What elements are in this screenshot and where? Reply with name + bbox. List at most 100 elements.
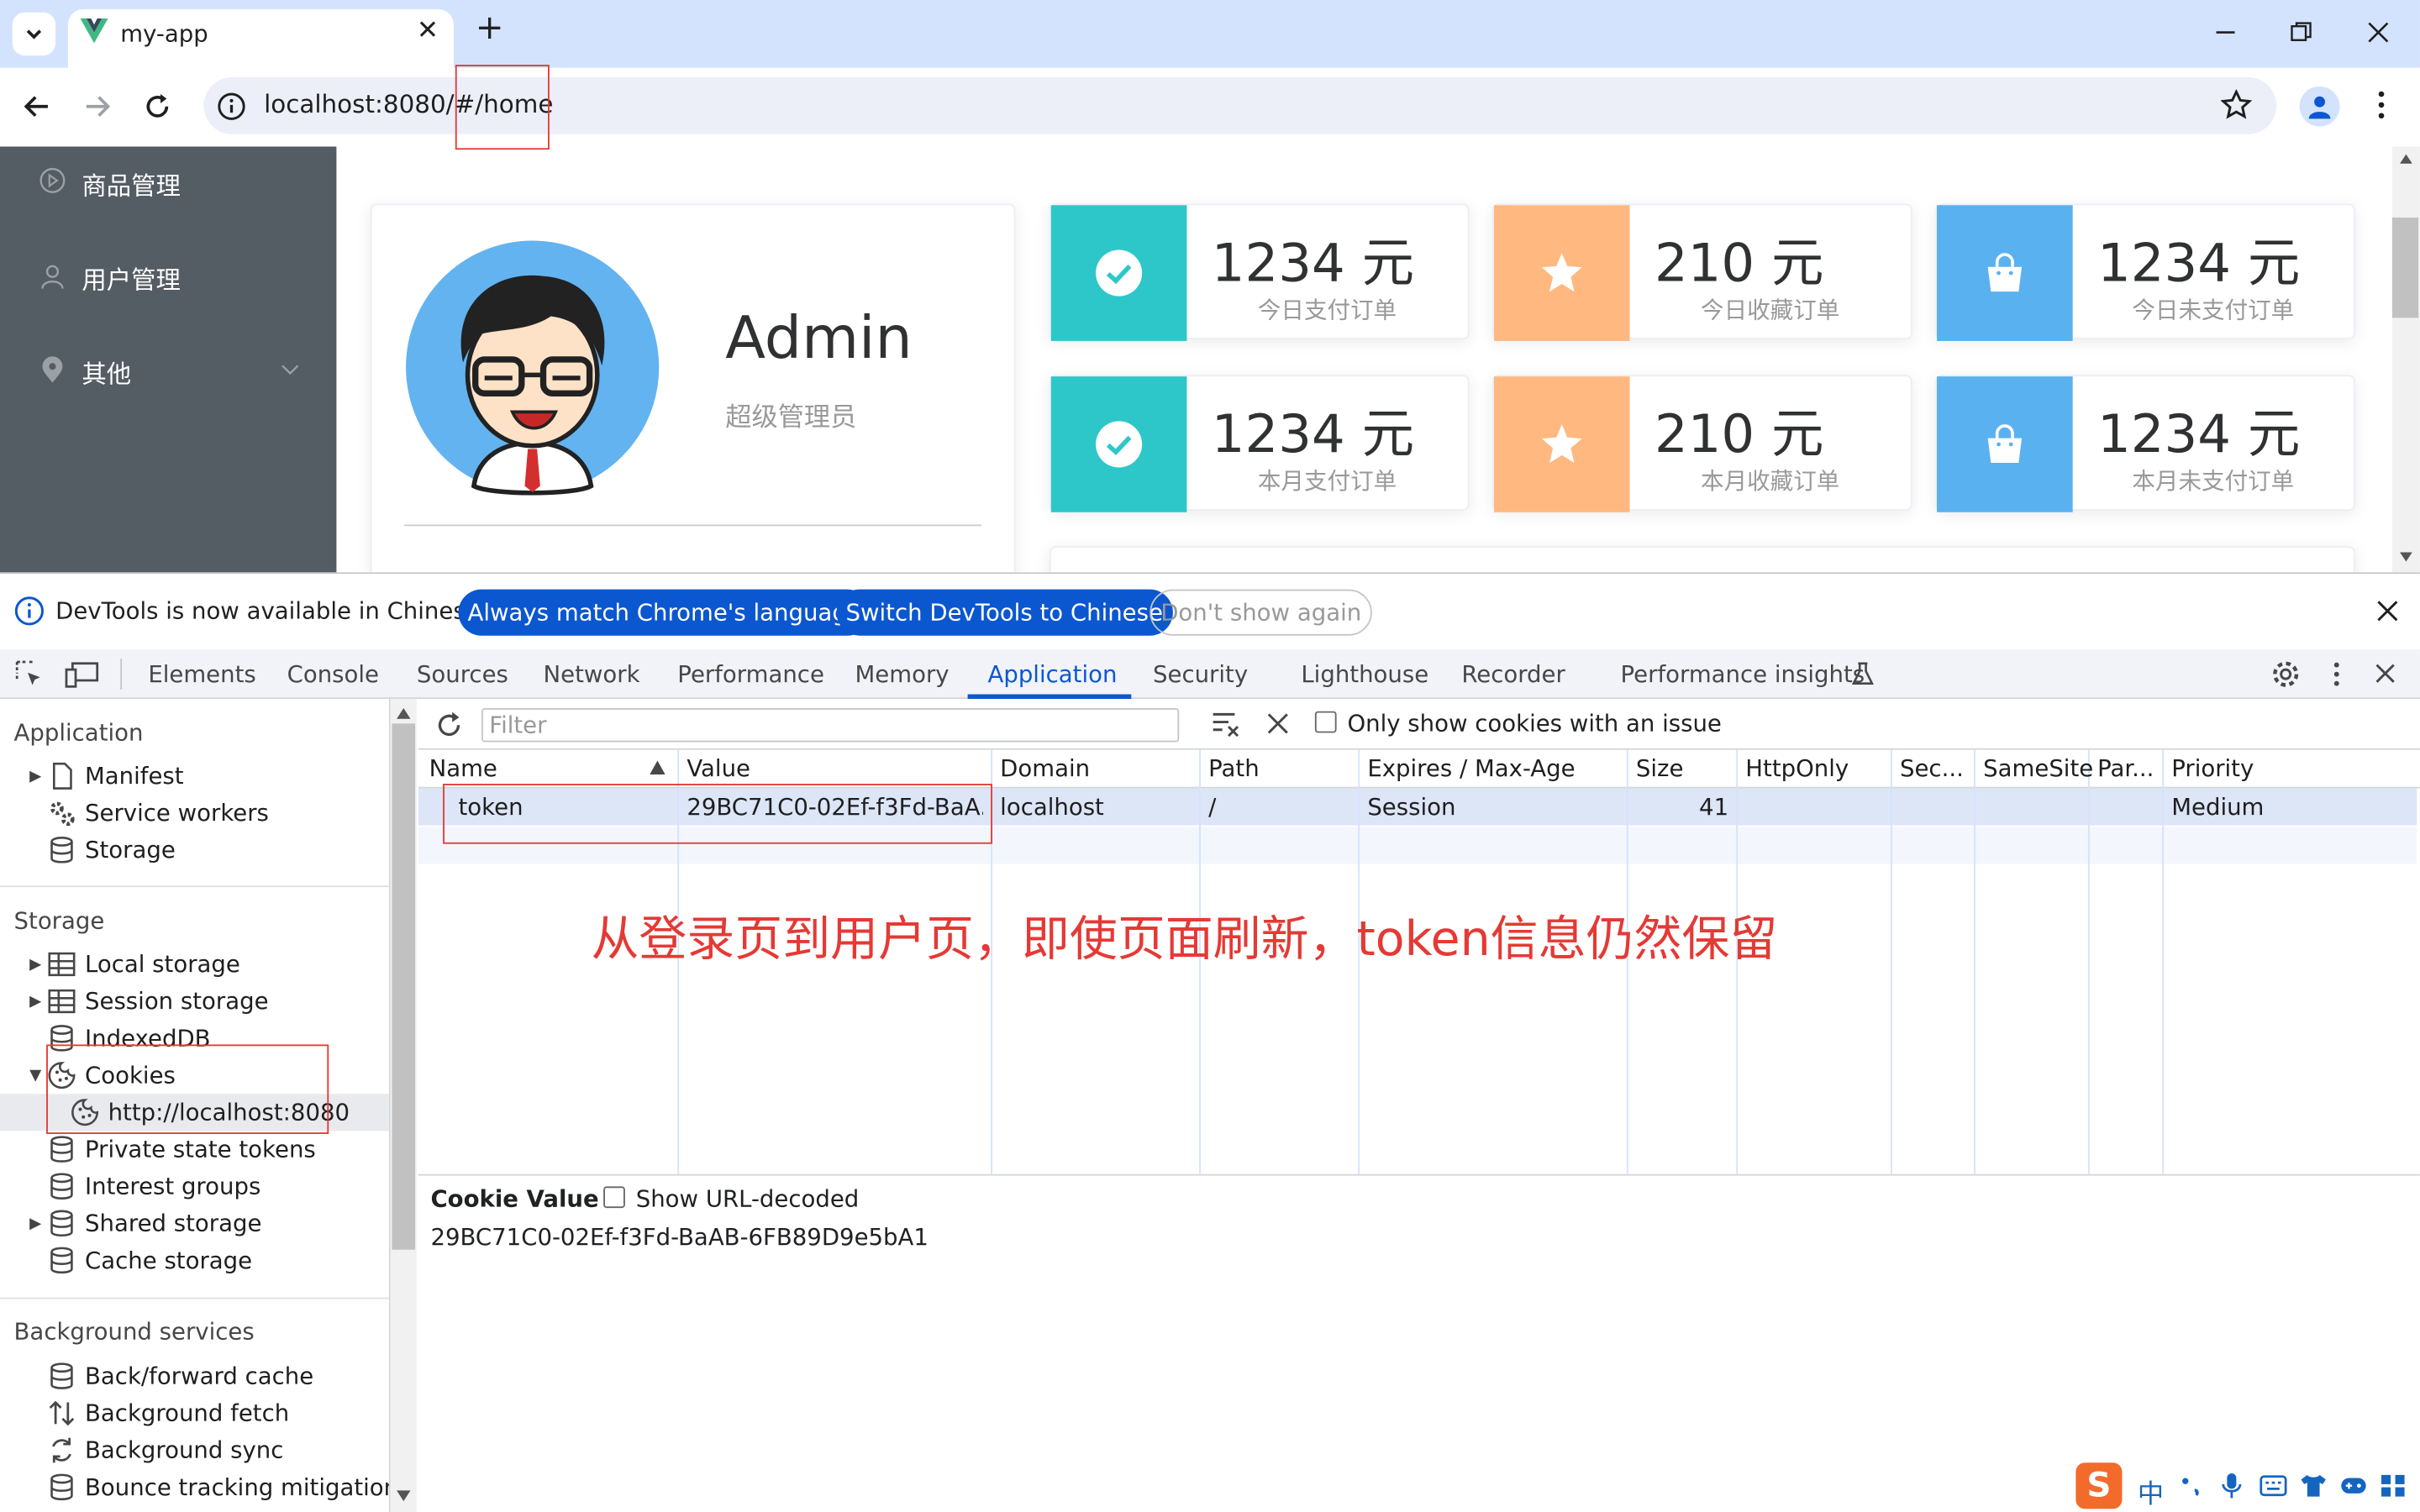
filter-input[interactable]: Filter [481,708,1180,743]
sogou-logo-icon[interactable]: S [2075,1462,2123,1509]
sidebar-item-storage[interactable]: Storage [24,832,176,869]
cell-size[interactable]: 41 [1636,789,1728,826]
column-header-partition[interactable]: Par... [2097,750,2154,787]
more-options-icon[interactable] [2328,660,2346,688]
tab-recorder[interactable]: Recorder [1461,649,1565,699]
sidebar-scrollbar-thumb[interactable] [392,723,416,1250]
microphone-icon[interactable] [2221,1472,2243,1499]
close-window-icon[interactable] [2367,22,2389,44]
settings-gear-icon[interactable] [2270,659,2302,690]
cell-priority[interactable]: Medium [2171,789,2264,826]
cookie-value-text[interactable]: 29BC71C0-02Ef-f3Fd-BaAB-6FB89D9e5bA1 [430,1224,929,1252]
bookmark-star-icon[interactable] [2221,89,2252,121]
sidebar-item-other[interactable]: 其他 [0,328,336,421]
dont-show-again-button[interactable]: Don't show again [1150,589,1373,636]
column-header-samesite[interactable]: SameSite [1983,750,2093,787]
column-header-path[interactable]: Path [1208,750,1260,787]
close-infobar-icon[interactable] [2377,600,2399,622]
column-header-secure[interactable]: Sec... [1900,750,1964,787]
sidebar-item-bounce-tracking[interactable]: Bounce tracking mitigations [24,1469,389,1506]
site-info-icon[interactable] [216,91,247,122]
sidebar-item-manifest[interactable]: ▶ Manifest [24,758,183,795]
punctuation-icon[interactable] [2179,1475,2203,1497]
keyboard-icon[interactable] [2260,1475,2287,1497]
tab-lighthouse[interactable]: Lighthouse [1301,649,1428,699]
skin-shirt-icon[interactable] [2300,1473,2328,1498]
clear-filtered-icon[interactable] [1210,708,1241,739]
sidebar-item-private-state-tokens[interactable]: Private state tokens [24,1131,316,1168]
column-header-name[interactable]: Name [429,750,497,787]
tab-elements[interactable]: Elements [148,649,255,699]
scroll-up-icon[interactable] [397,708,411,719]
tab-security[interactable]: Security [1153,649,1248,699]
only-issues-label: Only show cookies with an issue [1347,709,1722,738]
scroll-down-icon[interactable] [2398,551,2413,564]
section-header-background-services: Background services [13,1317,255,1346]
grid-menu-icon[interactable] [2380,1473,2407,1498]
tab-memory[interactable]: Memory [855,649,950,699]
tab-network[interactable]: Network [544,649,640,699]
sidebar-item-interest-groups[interactable]: Interest groups [24,1168,260,1205]
refresh-icon[interactable] [434,710,465,741]
sidebar-item-label: 商品管理 [82,171,181,201]
delete-icon[interactable] [1267,713,1289,735]
table-icon [48,989,76,1014]
scroll-down-icon[interactable] [397,1490,411,1502]
column-header-httponly[interactable]: HttpOnly [1745,750,1849,787]
column-header-size[interactable]: Size [1636,750,1684,787]
browser-menu-icon[interactable] [2369,90,2393,121]
column-header-priority[interactable]: Priority [2171,750,2254,787]
ime-lang[interactable]: 中 [2138,1472,2164,1510]
close-devtools-icon[interactable] [2375,664,2396,684]
column-header-expires[interactable]: Expires / Max-Age [1367,750,1575,787]
expand-arrow-icon[interactable]: ▶ [24,993,46,1010]
page-scrollbar[interactable] [2391,146,2420,573]
tab-performance[interactable]: Performance [677,649,824,699]
tab-search-button[interactable] [12,12,56,56]
tab-application[interactable]: Application [987,649,1117,699]
tab-close-icon[interactable]: ✕ [417,15,439,46]
tab-console[interactable]: Console [287,649,379,699]
show-decoded-checkbox[interactable] [603,1186,625,1209]
browser-tab[interactable]: my-app ✕ [67,9,454,68]
column-header-value[interactable]: Value [687,750,750,787]
device-toolbar-icon[interactable] [65,660,99,688]
cell-expires[interactable]: Session [1367,789,1455,826]
inspect-element-icon[interactable] [15,660,43,688]
sidebar-item-service-workers[interactable]: Service workers [24,795,269,832]
page-scrollbar-thumb[interactable] [2391,217,2419,318]
reload-icon[interactable] [142,91,173,122]
stat-label: 本月收藏订单 [1701,467,1840,496]
tab-performance-insights[interactable]: Performance insights [1621,649,1865,699]
expand-arrow-icon[interactable]: ▶ [24,768,46,785]
sidebar-item-background-sync[interactable]: Background sync [24,1431,283,1468]
match-language-button[interactable]: Always match Chrome's language [458,589,871,636]
new-tab-button[interactable]: + [476,9,504,48]
switch-language-button[interactable]: Switch DevTools to Chinese [836,589,1172,636]
cell-path[interactable]: / [1208,789,1216,826]
gamepad-icon[interactable] [2339,1473,2367,1498]
sidebar-item-bfcache[interactable]: Back/forward cache [24,1357,313,1394]
back-icon[interactable] [22,91,53,122]
scroll-up-icon[interactable] [2398,153,2413,165]
cell-domain[interactable]: localhost [1000,789,1104,826]
forward-icon[interactable] [82,91,113,122]
sidebar-item-local-storage[interactable]: ▶ Local storage [24,946,240,983]
sidebar-item-session-storage[interactable]: ▶ Session storage [24,983,268,1020]
sidebar-item-background-fetch[interactable]: Background fetch [24,1394,289,1431]
only-issues-checkbox[interactable] [1314,711,1337,733]
sidebar-item-shared-storage[interactable]: ▶ Shared storage [24,1205,261,1242]
sidebar-item-cache-storage[interactable]: Cache storage [24,1242,252,1279]
restore-icon[interactable] [2291,22,2312,44]
expand-arrow-icon[interactable]: ▶ [24,956,46,973]
sidebar-item-users[interactable]: 用户管理 [0,234,336,327]
minimize-icon[interactable] [2215,22,2237,44]
collapse-arrow-icon[interactable]: ▼ [24,1067,46,1084]
sidebar-item-goods[interactable]: 商品管理 [0,140,336,233]
avatar [406,240,660,496]
column-header-domain[interactable]: Domain [1000,750,1090,787]
sidebar-scrollbar[interactable] [390,699,417,1512]
tab-sources[interactable]: Sources [417,649,508,699]
profile-avatar[interactable] [2299,86,2340,127]
expand-arrow-icon[interactable]: ▶ [24,1215,46,1231]
